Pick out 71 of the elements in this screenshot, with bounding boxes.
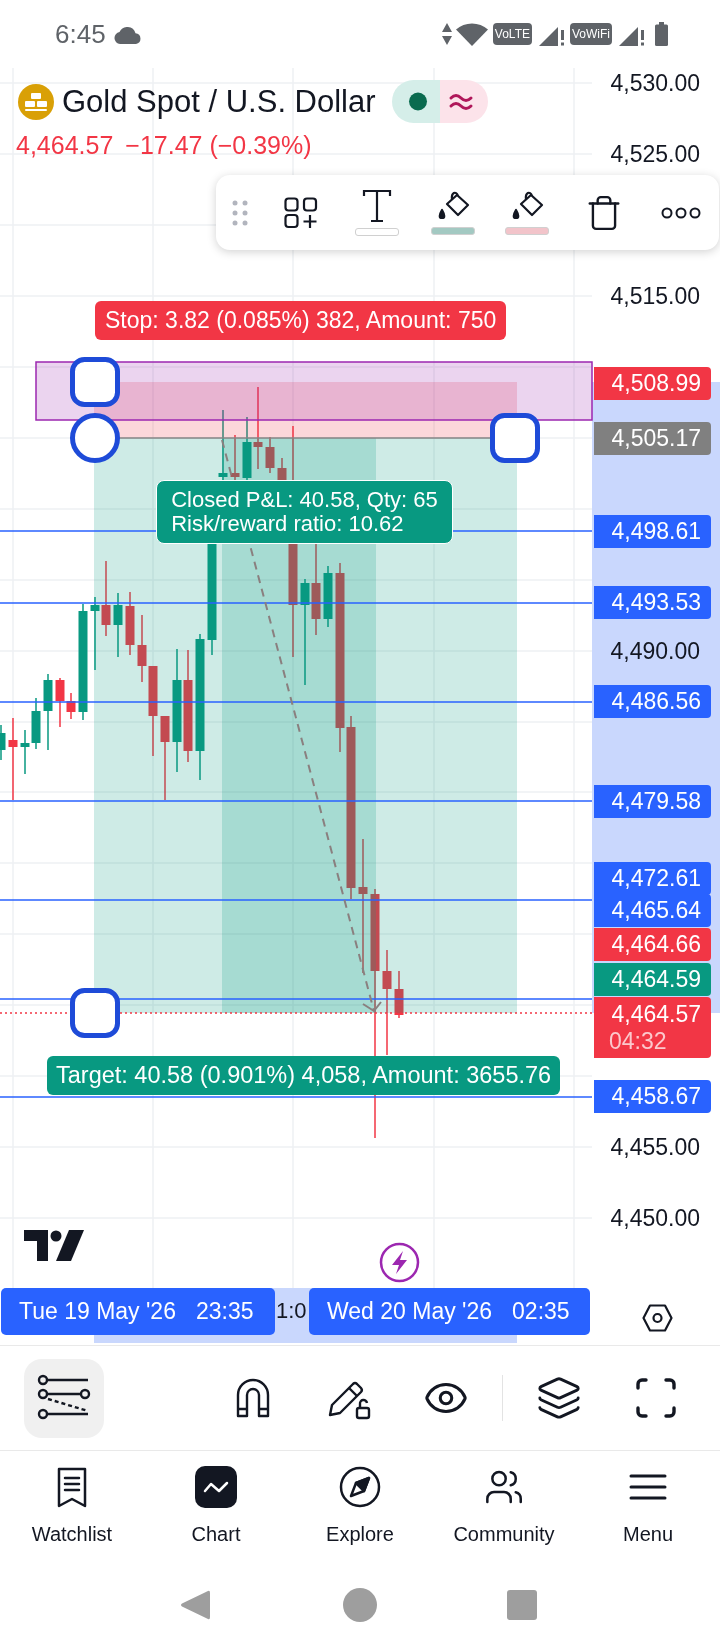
price-value: 4,464.57 <box>611 1000 701 1028</box>
price-tick: 4,515.00 <box>610 282 700 310</box>
logo-icon[interactable] <box>24 1230 84 1261</box>
price-value: 4,479.58 <box>611 788 701 815</box>
network-indicator: VoWiFi <box>570 23 612 45</box>
symbol-title[interactable]: Gold Spot / U.S. Dollar <box>62 86 376 117</box>
network-indicator: VoLTE <box>492 23 532 45</box>
stop-label: Stop: 3.82 (0.085%) 382, Amount: 750 <box>95 301 507 340</box>
candle <box>394 970 404 1019</box>
nav-tab[interactable]: Chart <box>144 1451 288 1560</box>
price-tick: 4,530.00 <box>610 69 700 97</box>
settings-icon[interactable] <box>642 1304 673 1332</box>
countdown-timer: 04:32 <box>608 1027 667 1055</box>
magnet-icon <box>235 1378 271 1418</box>
candle <box>137 614 147 683</box>
data-arrows-icon <box>441 23 452 45</box>
horizontal-line[interactable] <box>0 998 593 1000</box>
clock-time: 6:45 <box>55 21 106 47</box>
battery-icon <box>655 22 668 46</box>
candle <box>125 591 135 656</box>
price-value: 4,472.61 <box>611 865 701 892</box>
move-handle[interactable] <box>70 413 120 463</box>
price-value: 4,464.59 <box>611 966 701 993</box>
back-icon[interactable] <box>180 1588 210 1622</box>
nav-tab[interactable]: Menu <box>576 1451 720 1560</box>
price-tick: 4,525.00 <box>610 140 700 168</box>
price-value: 4,498.61 <box>611 518 701 545</box>
wifi-icon <box>455 22 488 46</box>
last-price: 4,464.57 <box>16 133 114 158</box>
price-value: 4,465.64 <box>611 897 701 924</box>
drag-handle-icon[interactable] <box>231 199 248 226</box>
resize-handle[interactable] <box>490 413 540 463</box>
candle <box>20 729 30 775</box>
candle <box>323 565 333 628</box>
nav-tab[interactable]: Community <box>432 1451 576 1560</box>
price-value: 4,493.53 <box>611 589 701 616</box>
text-icon <box>361 189 392 223</box>
price-value: 4,464.66 <box>611 931 701 958</box>
price-change: −17.47 (−0.39%) <box>125 133 312 158</box>
resize-handle[interactable] <box>70 988 120 1038</box>
nav-tab[interactable]: Watchlist <box>0 1451 144 1560</box>
drawing-tools-icon <box>36 1374 92 1422</box>
candle <box>31 697 41 750</box>
price-tick: 4,490.00 <box>610 637 700 665</box>
result-label: Closed P&L: 40.58, Qty: 65 Risk/reward ratio: 10.62 <box>156 480 453 544</box>
cloud-icon <box>113 27 142 44</box>
grid-plus-icon <box>283 196 318 229</box>
ingot-icon <box>18 83 54 120</box>
price-value: 4,458.67 <box>611 1083 701 1110</box>
candle <box>113 592 123 658</box>
wave-icon[interactable] <box>439 80 488 123</box>
price-value: 4,486.56 <box>611 688 701 715</box>
paint-bucket-icon <box>510 190 545 222</box>
candle <box>265 436 275 474</box>
highlight-rectangle[interactable] <box>35 361 593 421</box>
resize-handle[interactable] <box>70 357 120 407</box>
lightning-icon[interactable] <box>379 1242 420 1283</box>
layers-icon <box>536 1375 582 1421</box>
candle <box>0 724 6 761</box>
more-icon <box>661 206 702 219</box>
home-icon[interactable] <box>342 1587 378 1623</box>
price-tick: 4,450.00 <box>610 1204 700 1232</box>
price-value: 4,508.99 <box>611 370 701 397</box>
price-value: 4,505.17 <box>611 425 701 452</box>
drawing-tools-button[interactable] <box>24 1358 104 1438</box>
nav-tab[interactable]: Explore <box>288 1451 432 1560</box>
time-label: Wed 20 May '26 02:35 <box>309 1288 590 1335</box>
time-label: Tue 19 May '26 23:35 <box>1 1288 275 1335</box>
price-tick: 4,455.00 <box>610 1133 700 1161</box>
target-label: Target: 40.58 (0.901%) 4,058, Amount: 3655.76 <box>47 1056 561 1095</box>
time-tick: 1:0 <box>276 1297 307 1325</box>
